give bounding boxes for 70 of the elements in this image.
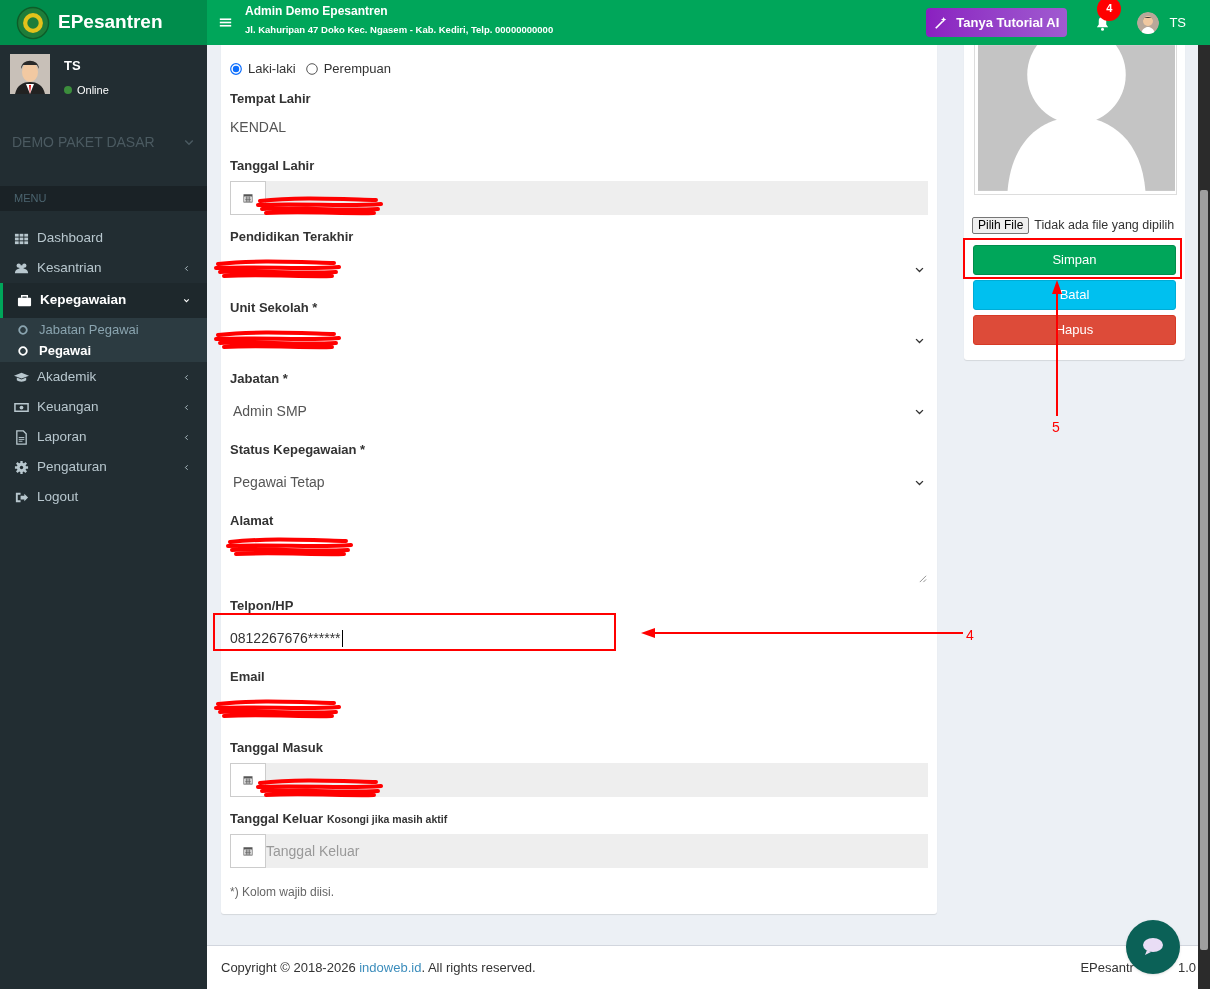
field-label: Tanggal Masuk xyxy=(230,738,323,757)
field-label: Status Kepegawaian * xyxy=(230,440,366,459)
chevron-left-icon xyxy=(182,462,191,472)
file-status: Tidak ada file yang dipilih xyxy=(1034,217,1175,234)
field-label: Tanggal Keluar xyxy=(230,809,323,828)
radio-button[interactable] xyxy=(305,63,318,75)
field-label: Unit Sekolah * xyxy=(230,298,318,317)
sidebar-item[interactable]: Keuangan xyxy=(0,392,207,422)
sidebar-item[interactable]: Kepegawaian xyxy=(0,283,207,318)
radio-button[interactable] xyxy=(230,63,242,75)
chevron-down-icon xyxy=(182,296,191,305)
school-name: Admin Demo Epesantren xyxy=(245,2,389,20)
briefcase-icon xyxy=(17,293,32,308)
field-label: Email xyxy=(230,667,265,686)
submenu-item[interactable]: Pegawai xyxy=(0,340,207,361)
resize-handle-icon[interactable] xyxy=(918,574,927,583)
submenu-item[interactable]: Jabatan Pegawai xyxy=(0,319,207,340)
field-label: Tanggal Lahir xyxy=(230,156,315,175)
logo-icon xyxy=(16,5,50,40)
notification-badge: 4 xyxy=(1097,0,1122,21)
settings-icon xyxy=(14,459,29,475)
online-status: Online xyxy=(77,82,109,98)
version-text: 1.0 xyxy=(1177,958,1196,977)
field-label: Jabatan * xyxy=(230,369,288,388)
text-field[interactable]: KENDAL xyxy=(230,110,928,144)
radio-label[interactable]: Laki-laki xyxy=(248,59,296,79)
user-avatar[interactable] xyxy=(1137,11,1160,34)
sidebar-item[interactable]: Kesantrian xyxy=(0,253,207,283)
field-hint: Kosongi jika masih aktif xyxy=(326,812,448,828)
sidebar-user-name: TS xyxy=(64,57,82,75)
magic-wand-icon xyxy=(934,15,949,30)
required-note: *) Kolom wajib diisi. xyxy=(230,884,336,901)
field-label: Telpon/HP xyxy=(230,596,294,615)
copyright-text: Copyright © 2018-2026 indoweb.id. All rights reserved. xyxy=(221,958,536,977)
date-field[interactable] xyxy=(230,763,928,797)
online-status-icon xyxy=(64,85,72,94)
calendar-icon xyxy=(242,774,254,786)
menu-header: MENU xyxy=(0,186,207,211)
ai-tutorial-button[interactable]: Tanya Tutorial AI xyxy=(926,8,1068,37)
document-icon xyxy=(14,429,29,445)
sidebar-item[interactable]: Laporan xyxy=(0,422,207,452)
school-address: Jl. Kahuripan 47 Doko Kec. Ngasem - Kab. Kediri, Telp. 00000000000 xyxy=(245,22,554,37)
menu-icon[interactable] xyxy=(219,16,232,29)
field-label: Pendidikan Terakhir xyxy=(230,227,354,246)
circle-icon xyxy=(18,324,28,335)
circle-icon xyxy=(18,345,28,356)
sidebar-item[interactable]: Akademik xyxy=(0,362,207,392)
version-text: EPesantr xyxy=(1080,958,1134,977)
input-field[interactable]: 0812267676****** xyxy=(230,621,928,655)
brand-name: EPesantren xyxy=(58,10,163,35)
dropdown-field[interactable]: Pegawai Tetap xyxy=(230,465,928,499)
radio-label[interactable]: Perempuan xyxy=(323,59,391,79)
user-photo xyxy=(10,54,50,94)
annotation-number: 4 xyxy=(966,626,974,645)
chevron-left-icon xyxy=(182,263,191,273)
date-field[interactable] xyxy=(230,181,928,215)
field-label: Alamat xyxy=(230,511,274,530)
chevron-left-icon xyxy=(182,402,191,412)
calendar-icon xyxy=(242,845,254,857)
field-label: Tempat Lahir xyxy=(230,89,311,108)
calendar-icon xyxy=(242,192,254,204)
sidebar-item[interactable]: Pengaturan xyxy=(0,452,207,482)
chevron-left-icon xyxy=(182,372,191,382)
chevron-left-icon xyxy=(182,432,191,442)
scrollbar[interactable] xyxy=(1198,45,1210,989)
sidebar-item[interactable]: Dashboard xyxy=(0,223,207,253)
annotation-number: 5 xyxy=(1052,417,1060,437)
sidebar-item[interactable]: Logout xyxy=(0,482,207,512)
dropdown-field[interactable]: Admin SMP xyxy=(230,394,928,428)
choose-file-button[interactable]: Pilih File xyxy=(972,216,1030,234)
